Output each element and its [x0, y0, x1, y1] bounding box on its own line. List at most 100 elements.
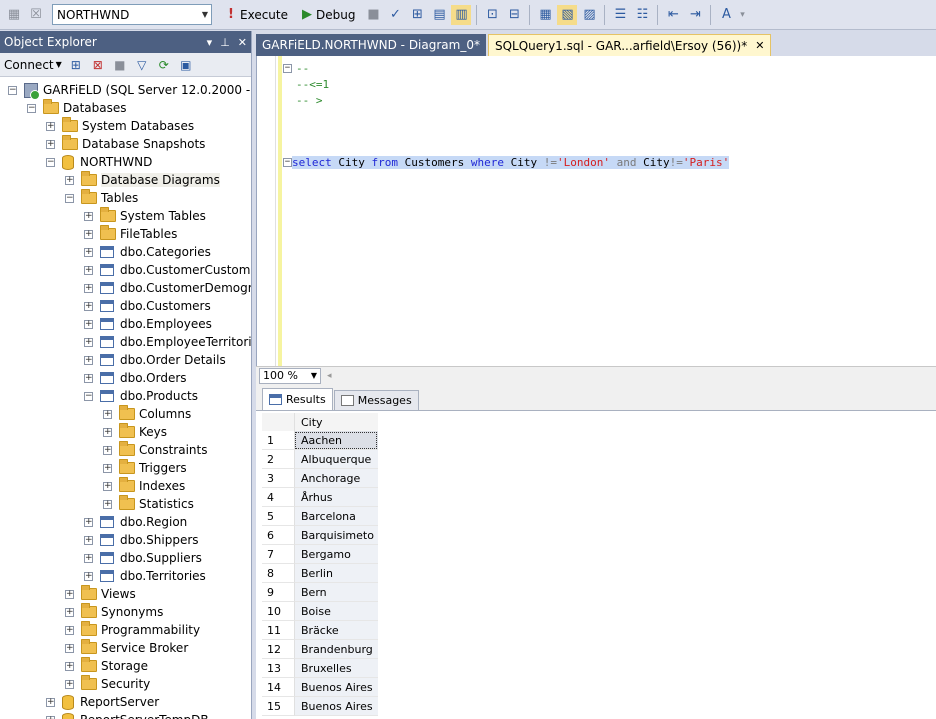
- tree-node[interactable]: + dbo.Shippers: [84, 531, 199, 549]
- database-select[interactable]: NORTHWND ▼: [52, 4, 212, 25]
- expand-icon[interactable]: +: [103, 445, 112, 455]
- city-cell[interactable]: Brandenburg: [294, 640, 378, 659]
- expand-icon[interactable]: +: [84, 283, 93, 293]
- tree-node[interactable]: + FileTables: [84, 225, 177, 243]
- tree-node[interactable]: − GARFiELD (SQL Server 12.0.2000 - Garfie…: [8, 81, 251, 100]
- expand-icon[interactable]: +: [84, 229, 93, 239]
- tree-node[interactable]: + System Databases: [46, 117, 194, 135]
- tree-node[interactable]: + Security: [65, 675, 150, 693]
- expand-icon[interactable]: +: [46, 139, 55, 149]
- results-file-icon[interactable]: ▧: [557, 4, 578, 25]
- refresh-icon[interactable]: ⟳: [156, 57, 172, 73]
- panel-controls[interactable]: ▾ ⊥ ✕: [207, 36, 247, 49]
- tree-node[interactable]: − dbo.Products: [84, 387, 198, 405]
- check-icon[interactable]: ✓: [385, 5, 405, 25]
- stop-icon[interactable]: ■: [112, 57, 128, 73]
- expand-icon[interactable]: +: [84, 553, 93, 563]
- expand-icon[interactable]: +: [46, 715, 55, 719]
- row-number[interactable]: 13: [262, 659, 294, 678]
- city-cell[interactable]: Buenos Aires: [294, 678, 378, 697]
- city-cell[interactable]: Bruxelles: [294, 659, 378, 678]
- results-grid-icon[interactable]: ▦: [535, 5, 555, 25]
- expand-icon[interactable]: +: [103, 427, 112, 437]
- expand-icon[interactable]: +: [46, 121, 55, 131]
- outdent-icon[interactable]: ⇤: [663, 5, 683, 25]
- city-cell[interactable]: Boise: [294, 602, 378, 621]
- tree-node[interactable]: + ReportServer: [46, 693, 159, 711]
- tree-node[interactable]: + Synonyms: [65, 603, 163, 621]
- toolbar-overflow-icon[interactable]: ▾: [738, 5, 746, 25]
- expand-icon[interactable]: +: [84, 265, 93, 275]
- expand-icon[interactable]: +: [84, 337, 93, 347]
- expand-icon[interactable]: +: [65, 661, 74, 671]
- row-number[interactable]: 7: [262, 545, 294, 564]
- expand-icon[interactable]: +: [103, 499, 112, 509]
- expand-icon[interactable]: +: [103, 463, 112, 473]
- execute-button[interactable]: ! Execute: [220, 4, 294, 26]
- specify-values-icon[interactable]: A: [716, 5, 736, 25]
- disconnect-icon[interactable]: ⊠: [90, 57, 106, 73]
- city-cell[interactable]: Bergamo: [294, 545, 378, 564]
- city-cell[interactable]: Albuquerque: [294, 450, 378, 469]
- fold-icon[interactable]: −: [283, 157, 292, 167]
- scroll-left-icon[interactable]: ◂: [327, 371, 332, 381]
- fold-icon[interactable]: −: [283, 63, 292, 73]
- collapse-icon[interactable]: −: [27, 103, 36, 113]
- row-number[interactable]: 2: [262, 450, 294, 469]
- client-stats-icon[interactable]: ⊟: [504, 5, 524, 25]
- results-to-grid-icon[interactable]: ▥: [451, 4, 472, 25]
- expand-icon[interactable]: +: [84, 373, 93, 383]
- dropdown-icon[interactable]: ▾: [207, 36, 213, 49]
- tree-node[interactable]: + dbo.Orders: [84, 369, 187, 387]
- expand-icon[interactable]: +: [84, 301, 93, 311]
- tree-node[interactable]: + Programmability: [65, 621, 200, 639]
- connect-button[interactable]: Connect ▼: [4, 58, 62, 72]
- zoom-select[interactable]: 100 % ▼: [259, 367, 321, 384]
- expand-icon[interactable]: +: [84, 535, 93, 545]
- parse-icon[interactable]: ▦: [4, 5, 24, 25]
- query-editor[interactable]: − -- --<=1 -- > − select City from Custome…: [256, 56, 936, 366]
- city-cell[interactable]: Barcelona: [294, 507, 378, 526]
- tree-node[interactable]: + dbo.CustomerCustomerDemo: [84, 261, 251, 279]
- summary-icon[interactable]: ▣: [178, 57, 194, 73]
- tree-node[interactable]: + Columns: [103, 405, 191, 423]
- row-number[interactable]: 3: [262, 469, 294, 488]
- row-number[interactable]: 8: [262, 564, 294, 583]
- debug-button[interactable]: ▶ Debug: [296, 4, 361, 26]
- tree-node[interactable]: + Storage: [65, 657, 148, 675]
- tree-node[interactable]: + dbo.Region: [84, 513, 187, 531]
- city-cell[interactable]: Berlin: [294, 564, 378, 583]
- expand-icon[interactable]: +: [65, 607, 74, 617]
- tree-node[interactable]: + Triggers: [103, 459, 187, 477]
- expand-icon[interactable]: +: [65, 589, 74, 599]
- row-number[interactable]: 1: [262, 431, 294, 450]
- expand-icon[interactable]: +: [84, 319, 93, 329]
- expand-icon[interactable]: +: [65, 175, 74, 185]
- expand-icon[interactable]: +: [84, 355, 93, 365]
- expand-icon[interactable]: +: [84, 247, 93, 257]
- collapse-icon[interactable]: −: [65, 193, 74, 203]
- tree-node[interactable]: + dbo.EmployeeTerritories: [84, 333, 251, 351]
- tree-node[interactable]: − Databases: [27, 99, 127, 117]
- column-header-city[interactable]: City: [294, 413, 378, 432]
- row-number[interactable]: 9: [262, 583, 294, 602]
- tree-node[interactable]: + dbo.Categories: [84, 243, 211, 261]
- collapse-icon[interactable]: −: [8, 85, 17, 95]
- row-header-corner[interactable]: [262, 413, 294, 432]
- results-to-text-icon[interactable]: ▤: [429, 5, 449, 25]
- object-explorer-tree[interactable]: −GARFiELD (SQL Server 12.0.2000 - Garfie…: [0, 79, 251, 719]
- tab-messages[interactable]: Messages: [333, 390, 419, 410]
- tree-node[interactable]: + dbo.Territories: [84, 567, 206, 585]
- expand-icon[interactable]: +: [65, 679, 74, 689]
- pin-icon[interactable]: ⊥: [220, 36, 230, 49]
- debug-options-icon[interactable]: ☒: [26, 5, 46, 25]
- expand-icon[interactable]: +: [84, 517, 93, 527]
- city-cell[interactable]: Århus: [294, 488, 378, 507]
- expand-icon[interactable]: +: [103, 481, 112, 491]
- row-number[interactable]: 14: [262, 678, 294, 697]
- city-cell[interactable]: Bern: [294, 583, 378, 602]
- city-cell[interactable]: Buenos Aires: [294, 697, 378, 716]
- tree-node[interactable]: + dbo.Order Details: [84, 351, 226, 369]
- tree-node[interactable]: + dbo.Customers: [84, 297, 211, 315]
- row-number[interactable]: 12: [262, 640, 294, 659]
